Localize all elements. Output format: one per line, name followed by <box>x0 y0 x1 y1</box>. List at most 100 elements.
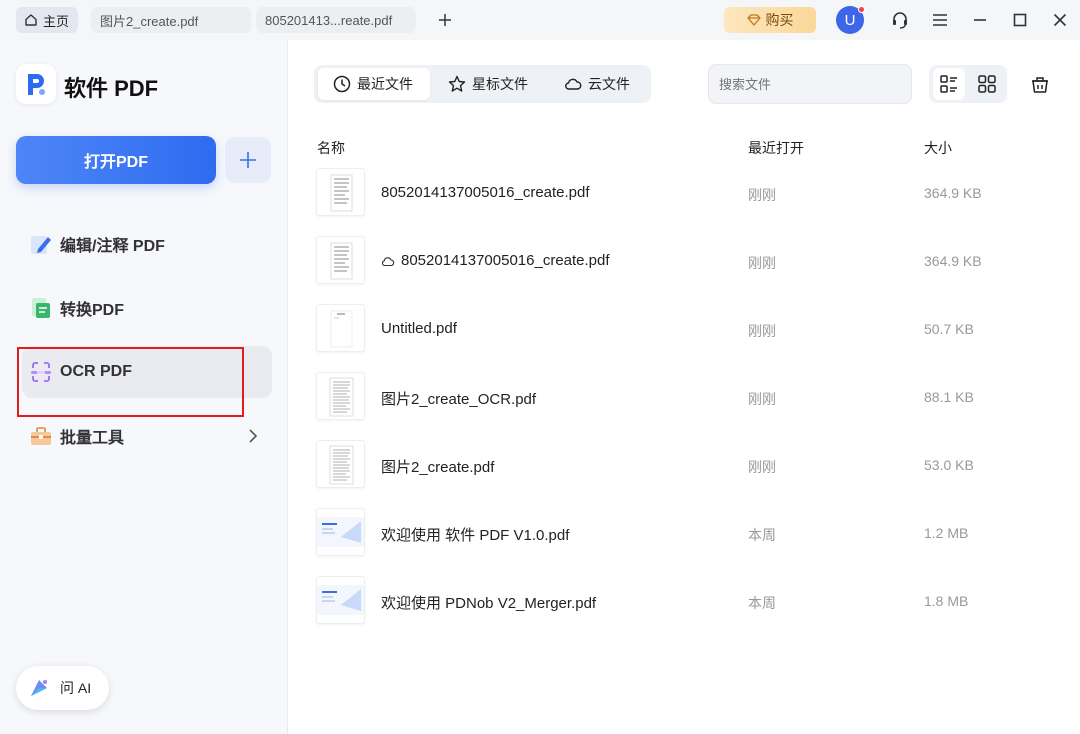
list-view-icon <box>940 75 957 93</box>
file-size: 1.2 MB <box>924 525 969 541</box>
file-name: 欢迎使用 软件 PDF V1.0.pdf <box>381 527 570 544</box>
sidebar-item-label: 编辑/注释 PDF <box>60 238 165 255</box>
file-row[interactable]: 图片2_create.pdf 刚刚 53.0 KB <box>300 435 1070 499</box>
diamond-icon <box>746 14 761 26</box>
file-row[interactable]: 欢迎使用 PDNob V2_Merger.pdf 本周 1.8 MB <box>300 571 1070 635</box>
file-thumbnail <box>316 440 365 488</box>
app-logo <box>16 64 56 104</box>
star-icon <box>448 75 466 92</box>
tab-starred-files[interactable]: 星标文件 <box>448 68 548 100</box>
menu-button[interactable] <box>929 9 951 31</box>
file-source-tabs: 最近文件 星标文件 云文件 <box>314 65 651 103</box>
file-size: 364.9 KB <box>924 185 982 201</box>
file-row[interactable]: 8052014137005016_create.pdf 刚刚 364.9 KB <box>300 231 1070 295</box>
column-header-opened[interactable]: 最近打开 <box>748 138 804 158</box>
menu-icon <box>933 14 947 26</box>
avatar-letter: U <box>844 11 856 29</box>
tab-file-2-label: 805201413...reate.pdf <box>265 12 393 28</box>
minimize-icon <box>974 19 986 21</box>
file-name: 图片2_create.pdf <box>381 459 495 476</box>
clock-icon <box>333 75 351 93</box>
headset-icon <box>893 12 907 29</box>
file-opened: 刚刚 <box>748 323 776 339</box>
grid-view-icon <box>978 75 996 93</box>
column-header-name[interactable]: 名称 <box>317 138 345 158</box>
sidebar-item-edit[interactable]: 编辑/注释 PDF <box>22 218 272 270</box>
tab-file-1[interactable]: 图片2_create.pdf <box>91 7 251 33</box>
file-opened: 刚刚 <box>748 459 776 475</box>
edit-icon <box>28 231 54 257</box>
tab-recent-files[interactable]: 最近文件 <box>318 68 430 100</box>
sidebar-item-label: 转换PDF <box>60 302 125 319</box>
close-icon <box>1053 13 1067 27</box>
column-header-size[interactable]: 大小 <box>924 138 952 158</box>
tab-home-label: 主页 <box>43 13 70 29</box>
cloud-icon <box>565 78 582 90</box>
tab-starred-label: 星标文件 <box>472 76 528 92</box>
view-toggle <box>929 65 1007 103</box>
chevron-right-icon <box>249 429 258 443</box>
file-size: 88.1 KB <box>924 389 974 405</box>
grid-view-button[interactable] <box>971 68 1003 100</box>
file-name: 欢迎使用 PDNob V2_Merger.pdf <box>381 595 597 612</box>
plus-icon <box>240 152 256 168</box>
home-icon <box>25 14 37 26</box>
sidebar-item-convert[interactable]: 转换PDF <box>22 282 272 334</box>
avatar[interactable]: U <box>836 6 865 34</box>
file-opened: 刚刚 <box>748 255 776 271</box>
file-name: 8052014137005016_create.pdf <box>381 252 610 269</box>
file-name: 图片2_create_OCR.pdf <box>381 391 537 408</box>
file-size: 53.0 KB <box>924 457 974 473</box>
file-row[interactable]: Untitled.pdf 刚刚 50.7 KB <box>300 299 1070 363</box>
search-input[interactable] <box>708 64 912 104</box>
file-thumbnail <box>316 576 365 624</box>
file-thumbnail <box>316 372 365 420</box>
open-pdf-button[interactable]: 打开PDF <box>16 136 216 184</box>
file-size: 364.9 KB <box>924 253 982 269</box>
support-button[interactable] <box>889 9 911 31</box>
maximize-button[interactable] <box>1009 9 1031 31</box>
toolbox-icon <box>28 423 54 449</box>
file-opened: 刚刚 <box>748 187 776 203</box>
close-button[interactable] <box>1049 9 1071 31</box>
file-row[interactable]: 欢迎使用 软件 PDF V1.0.pdf 本周 1.2 MB <box>300 503 1070 567</box>
logo-icon <box>28 74 45 95</box>
ask-ai-label: 问 AI <box>60 680 92 696</box>
tab-cloud-label: 云文件 <box>588 76 630 92</box>
ai-sparkle-icon <box>31 680 47 696</box>
file-opened: 本周 <box>748 527 776 543</box>
tab-home[interactable]: 主页 <box>16 7 78 33</box>
file-opened: 刚刚 <box>748 391 776 407</box>
file-row[interactable]: 8052014137005016_create.pdf 刚刚 364.9 KB <box>300 163 1070 227</box>
file-name: 8052014137005016_create.pdf <box>381 184 590 201</box>
file-thumbnail <box>316 304 365 352</box>
file-name: Untitled.pdf <box>381 320 457 337</box>
ocr-selection-highlight <box>17 347 244 417</box>
trash-icon <box>1032 77 1048 93</box>
add-button[interactable] <box>225 137 271 183</box>
list-view-button[interactable] <box>933 68 965 100</box>
plus-icon <box>439 14 451 26</box>
buy-button[interactable]: 购买 <box>724 7 816 33</box>
ask-ai-button[interactable]: 问 AI <box>16 666 109 710</box>
sidebar-item-batch[interactable]: 批量工具 <box>22 410 272 462</box>
trash-button[interactable] <box>1028 72 1052 96</box>
maximize-icon <box>1013 13 1027 27</box>
notification-dot <box>858 6 865 13</box>
tab-cloud-files[interactable]: 云文件 <box>564 68 646 100</box>
new-tab-button[interactable] <box>434 9 456 31</box>
minimize-button[interactable] <box>969 9 991 31</box>
file-thumbnail <box>316 168 365 216</box>
convert-icon <box>28 295 54 321</box>
file-thumbnail <box>316 508 365 556</box>
file-row[interactable]: 图片2_create_OCR.pdf 刚刚 88.1 KB <box>300 367 1070 431</box>
tab-file-2[interactable]: 805201413...reate.pdf <box>256 7 416 33</box>
cloud-icon <box>381 256 395 266</box>
tab-recent-label: 最近文件 <box>357 76 413 92</box>
file-thumbnail <box>316 236 365 284</box>
tab-file-1-label: 图片2_create.pdf <box>100 13 199 29</box>
file-size: 1.8 MB <box>924 593 969 609</box>
sidebar-item-label: 批量工具 <box>60 430 125 447</box>
file-size: 50.7 KB <box>924 321 974 337</box>
file-opened: 本周 <box>748 595 776 611</box>
